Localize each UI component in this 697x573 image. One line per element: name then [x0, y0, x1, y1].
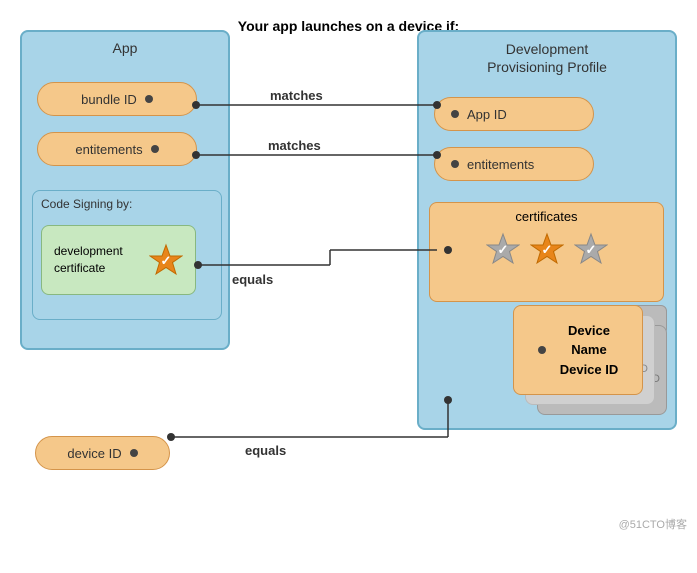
bundle-id-dot — [145, 95, 153, 103]
device-front-dot-row: DeviceNameDevice ID — [538, 321, 619, 380]
svg-text:✓: ✓ — [585, 242, 596, 257]
dev-cert-badge: ✓ — [149, 243, 183, 277]
device-front-text: DeviceNameDevice ID — [560, 321, 619, 380]
svg-text:✓: ✓ — [541, 242, 552, 257]
app-id-label: App ID — [467, 107, 507, 122]
device-id-dot — [130, 449, 138, 457]
main-container: Your app launches on a device if: App bu… — [0, 0, 697, 573]
app-panel-title: App — [22, 32, 228, 62]
matches2-label: matches — [268, 138, 321, 153]
device-id-label: device ID — [67, 446, 121, 461]
svg-text:✓: ✓ — [497, 242, 508, 257]
device-stack: Device vice me ce ID vice me ce ID — [492, 305, 667, 420]
entitlements-right-dot — [451, 160, 459, 168]
bundle-id-box: bundle ID — [37, 82, 197, 116]
app-panel: App bundle ID entitements Code Signing b… — [20, 30, 230, 350]
certs-icons: ✓ ✓ ✓ — [486, 232, 608, 266]
app-id-box: App ID — [434, 97, 594, 131]
code-signing-title: Code Signing by: — [33, 191, 221, 215]
matches1-label: matches — [270, 88, 323, 103]
certs-title: certificates — [515, 203, 577, 228]
dev-cert-box: developmentcertificate ✓ — [41, 225, 196, 295]
device-id-box: device ID — [35, 436, 170, 470]
dev-cert-badge-wrap: ✓ — [149, 243, 183, 277]
svg-text:✓: ✓ — [161, 253, 172, 268]
app-id-dot — [451, 110, 459, 118]
device-id-endpoint — [167, 433, 175, 441]
cert-badge-gray-2: ✓ — [574, 232, 608, 266]
watermark: @51CTO博客 — [619, 516, 687, 532]
entitlements-left-label: entitements — [75, 142, 142, 157]
dev-panel-title: DevelopmentProvisioning Profile — [419, 32, 675, 82]
entitlements-right-box: entitements — [434, 147, 594, 181]
equals1-label: equals — [232, 272, 273, 287]
device-front-dot — [538, 346, 546, 354]
dev-panel: DevelopmentProvisioning Profile App ID e… — [417, 30, 677, 430]
entitlements-right-label: entitements — [467, 157, 534, 172]
bundle-id-label: bundle ID — [81, 92, 137, 107]
diagram-area: Your app launches on a device if: App bu… — [0, 0, 697, 540]
certificates-box: certificates ✓ ✓ ✓ — [429, 202, 664, 302]
equals2-label: equals — [245, 443, 286, 458]
entitlements-left-box: entitements — [37, 132, 197, 166]
cert-badge-gray-1: ✓ — [486, 232, 520, 266]
entitlements-left-dot — [151, 145, 159, 153]
device-box-front: DeviceNameDevice ID — [513, 305, 643, 395]
code-signing-box: Code Signing by: developmentcertificate … — [32, 190, 222, 320]
dev-cert-text: developmentcertificate — [54, 243, 123, 277]
cert-badge-orange: ✓ — [530, 232, 564, 266]
